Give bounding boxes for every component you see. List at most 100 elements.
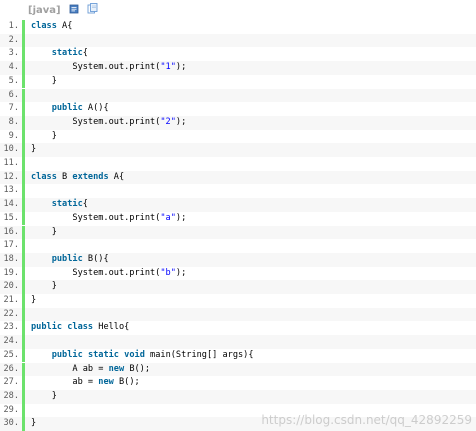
plain-token: main(String[] args){ (144, 349, 254, 360)
code-text: System.out.print("2"); (25, 116, 186, 130)
plain-token: { (82, 199, 88, 210)
code-line: 9. } (0, 129, 476, 144)
code-line: 24. (0, 335, 476, 349)
code-text: System.out.print("a"); (25, 212, 186, 226)
plain-token: } (31, 418, 37, 429)
gutter-bar (22, 88, 25, 103)
copy-icon[interactable] (87, 3, 98, 17)
keyword-token: void (124, 349, 145, 360)
gutter-bar (22, 403, 25, 418)
code-line: 3. static{ (0, 47, 476, 62)
language-label: [java] (28, 4, 61, 16)
line-number: 20. (3, 281, 19, 292)
keyword-token: new (98, 377, 114, 388)
line-number: 27. (3, 377, 19, 388)
code-line: 17. (0, 239, 476, 253)
code-text: public static void main(String[] args){ (25, 349, 254, 363)
code-line: 6. (0, 88, 476, 103)
plain-token: } (31, 75, 57, 86)
code-line: 20. } (0, 280, 476, 294)
line-number: 6. (8, 89, 19, 100)
string-token: "b" (160, 267, 176, 278)
code-line: 16. } (0, 225, 476, 240)
code-line: 5. } (0, 74, 476, 89)
code-text: public A(){ (25, 102, 109, 116)
code-text: } (25, 417, 36, 431)
code-line: 21.} (0, 294, 476, 308)
line-number: 1. (8, 21, 19, 31)
keyword-token: static (51, 199, 83, 210)
plain-token: ); (175, 62, 187, 73)
code-line: 28. } (0, 389, 476, 404)
line-number: 10. (3, 144, 19, 155)
line-number: 4. (8, 62, 19, 73)
code-line: 11. (0, 157, 476, 171)
code-line: 15. System.out.print("a"); (0, 211, 476, 226)
line-number: 21. (3, 295, 19, 305)
line-number: 8. (8, 116, 19, 127)
string-token: "a" (160, 212, 176, 223)
gutter-bar (22, 157, 25, 171)
line-number: 25. (3, 349, 19, 360)
plain-token: } (31, 226, 57, 237)
gutter-bar (22, 239, 25, 253)
plain-token: B(); (113, 377, 140, 388)
plain-token: B(); (124, 363, 151, 374)
code-text: } (25, 75, 57, 89)
code-text: } (25, 130, 57, 144)
code-text: } (25, 294, 36, 308)
line-number: 2. (8, 34, 19, 45)
code-text: A ab = new B(); (25, 363, 150, 377)
plain-token: B (56, 171, 73, 182)
code-text: static{ (25, 47, 88, 61)
plain-token: A{ (108, 171, 125, 182)
line-number: 11. (3, 158, 19, 168)
code-line: 8. System.out.print("2"); (0, 115, 476, 130)
code-line: 1. class A{ (0, 20, 476, 34)
line-number: 23. (3, 322, 19, 333)
line-number: 5. (8, 75, 19, 86)
plain-token: A ab = (31, 363, 109, 374)
keyword-token: class (67, 322, 94, 333)
plain-token: B(){ (82, 253, 109, 264)
keyword-token: static (87, 349, 119, 360)
code-text: public class Hello{ (25, 321, 129, 335)
line-number: 29. (3, 404, 19, 415)
line-number: 18. (3, 253, 19, 264)
line-number: 17. (3, 240, 19, 251)
code-line: 4. System.out.print("1"); (0, 61, 476, 75)
gutter-bar (22, 307, 25, 322)
line-number: 22. (3, 308, 19, 319)
code-toolbar: [java] (0, 0, 476, 20)
plain-token: System.out.print( (31, 116, 161, 127)
code-text: System.out.print("b"); (25, 267, 186, 281)
line-number: 16. (3, 226, 19, 237)
plain-token: } (31, 144, 37, 155)
code-text: System.out.print("1"); (25, 61, 186, 75)
line-number: 12. (3, 171, 19, 182)
plain-token: { (82, 48, 88, 59)
line-number: 13. (3, 185, 19, 196)
view-source-icon[interactable] (69, 4, 79, 17)
string-token: "1" (160, 62, 176, 73)
code-line: 22. (0, 307, 476, 322)
plain-token: } (31, 390, 57, 401)
plain-token: A{ (56, 21, 73, 31)
code-text: ab = new B(); (25, 376, 140, 390)
code-line: 19. System.out.print("b"); (0, 266, 476, 281)
code-line: 25. public static void main(String[] arg… (0, 348, 476, 363)
line-number: 3. (8, 48, 19, 59)
code-text: } (25, 390, 57, 404)
plain-token: ); (175, 212, 187, 223)
gutter-bar (22, 335, 25, 349)
keyword-token: class (31, 171, 57, 182)
plain-token: System.out.print( (31, 267, 161, 278)
plain-token: System.out.print( (31, 62, 161, 73)
keyword-token: extends (72, 171, 109, 182)
code-line: 7. public A(){ (0, 102, 476, 116)
code-text: } (25, 280, 57, 294)
keyword-token: new (108, 363, 125, 374)
